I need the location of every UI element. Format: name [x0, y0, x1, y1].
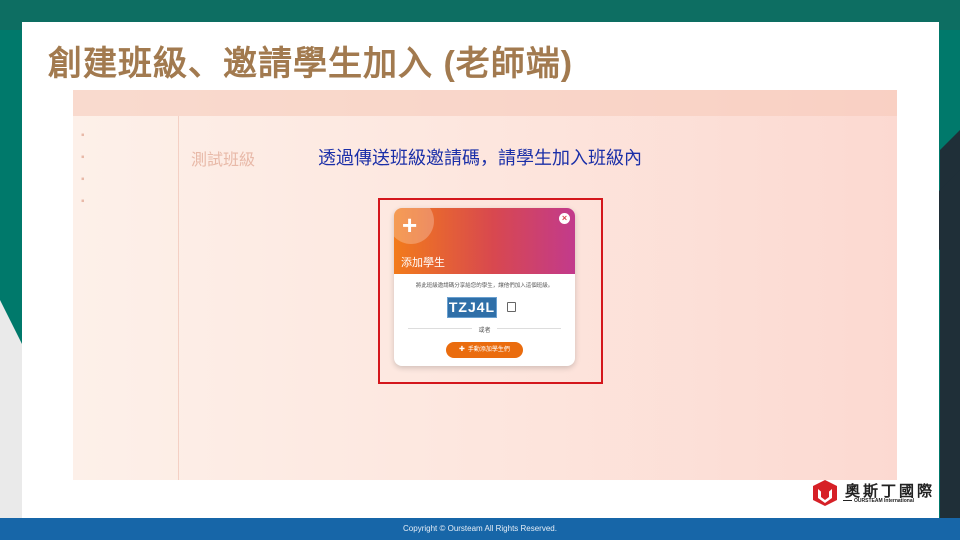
- dialog-description: 將此班級邀請碼分享給您的學生，讓他們加入這個班級。: [415, 283, 554, 289]
- copy-icon[interactable]: [505, 300, 516, 312]
- logo-mark: [813, 480, 837, 506]
- plus-icon: +: [402, 210, 418, 240]
- slide-title: 創建班級、邀請學生加入 (老師端): [48, 45, 574, 83]
- app-sidebar-divider: [178, 116, 179, 480]
- footer-bar: Copyright © Oursteam All Rights Reserved…: [0, 518, 960, 540]
- add-students-label: 手動添加學生們: [467, 347, 510, 353]
- app-topbar: [73, 90, 897, 116]
- logo-dash: [843, 500, 852, 501]
- close-icon[interactable]: ×: [559, 213, 570, 224]
- add-user-icon: ✚: [459, 346, 465, 353]
- dialog-header: + × 添加學生: [394, 208, 575, 274]
- slide-caption: 透過傳送班級邀請碼，請學生加入班級內: [318, 148, 642, 168]
- app-sidebar-item: ▪: [81, 130, 85, 141]
- app-sidebar-item: ▪: [81, 196, 85, 207]
- logo-name-en: OURSTEAM International: [854, 498, 915, 504]
- invite-code[interactable]: TZJ4L: [447, 297, 497, 318]
- copyright-text: Copyright © Oursteam All Rights Reserved…: [403, 524, 557, 533]
- add-students-button[interactable]: ✚ 手動添加學生們: [446, 342, 523, 358]
- company-logo: 奧斯丁國際 OURSTEAM International: [812, 479, 932, 509]
- or-label: 或者: [472, 325, 497, 334]
- add-student-dialog: + × 添加學生 將此班級邀請碼分享給您的學生，讓他們加入這個班級。 TZJ4L…: [394, 208, 575, 366]
- dialog-title: 添加學生: [401, 257, 445, 269]
- app-sidebar-item: ▪: [81, 174, 85, 185]
